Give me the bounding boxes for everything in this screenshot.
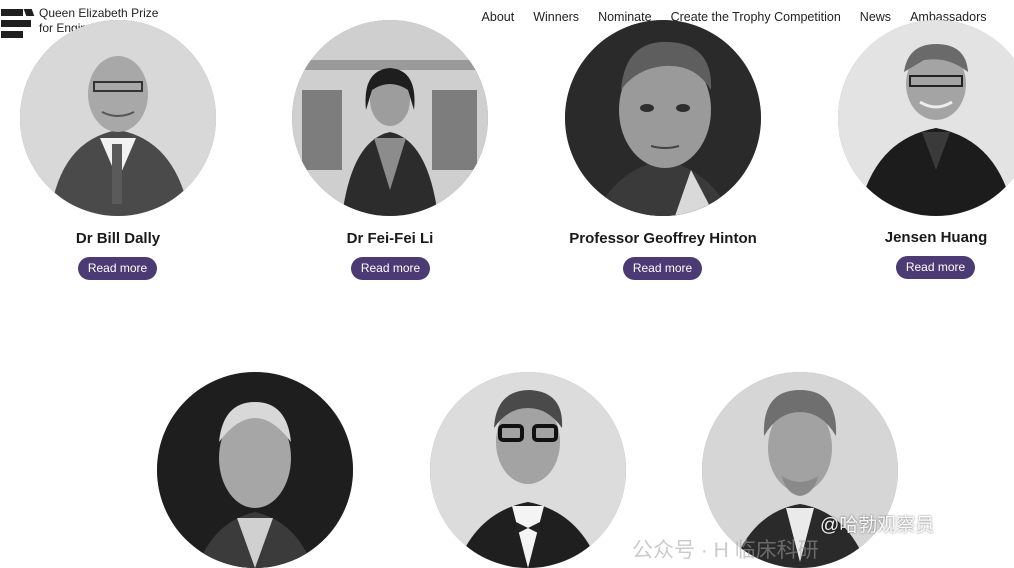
- portrait-row2-2[interactable]: [430, 372, 626, 568]
- read-more-button-fei-fei-li[interactable]: Read more: [351, 257, 430, 280]
- portrait-geoffrey-hinton[interactable]: [565, 20, 761, 216]
- portrait-jensen-huang[interactable]: [838, 20, 1014, 216]
- nav-winners[interactable]: Winners: [524, 10, 589, 24]
- brand-line-1: Queen Elizabeth Prize: [39, 6, 159, 20]
- wechat-watermark: 公众号 · H 临床科研: [632, 539, 819, 562]
- qeprize-logo-icon: [1, 9, 35, 38]
- weibo-watermark: @哈勃观察员: [820, 515, 935, 536]
- winner-name-bill-dally: Dr Bill Dally: [75, 230, 161, 247]
- nav-news[interactable]: News: [850, 10, 900, 24]
- portrait-bill-dally[interactable]: [20, 20, 216, 216]
- winner-name-geoffrey-hinton: Professor Geoffrey Hinton: [569, 230, 757, 247]
- portrait-fei-fei-li[interactable]: [292, 20, 488, 216]
- nav-create-the-trophy-competition[interactable]: Create the Trophy Competition: [661, 10, 850, 24]
- winner-name-jensen-huang: Jensen Huang: [884, 229, 988, 246]
- read-more-button-jensen-huang[interactable]: Read more: [896, 256, 975, 279]
- read-more-button-bill-dally[interactable]: Read more: [78, 257, 157, 280]
- portrait-row2-1[interactable]: [157, 372, 353, 568]
- read-more-button-geoffrey-hinton[interactable]: Read more: [623, 257, 702, 280]
- nav-about[interactable]: About: [472, 10, 524, 24]
- winner-name-fei-fei-li: Dr Fei-Fei Li: [346, 230, 434, 247]
